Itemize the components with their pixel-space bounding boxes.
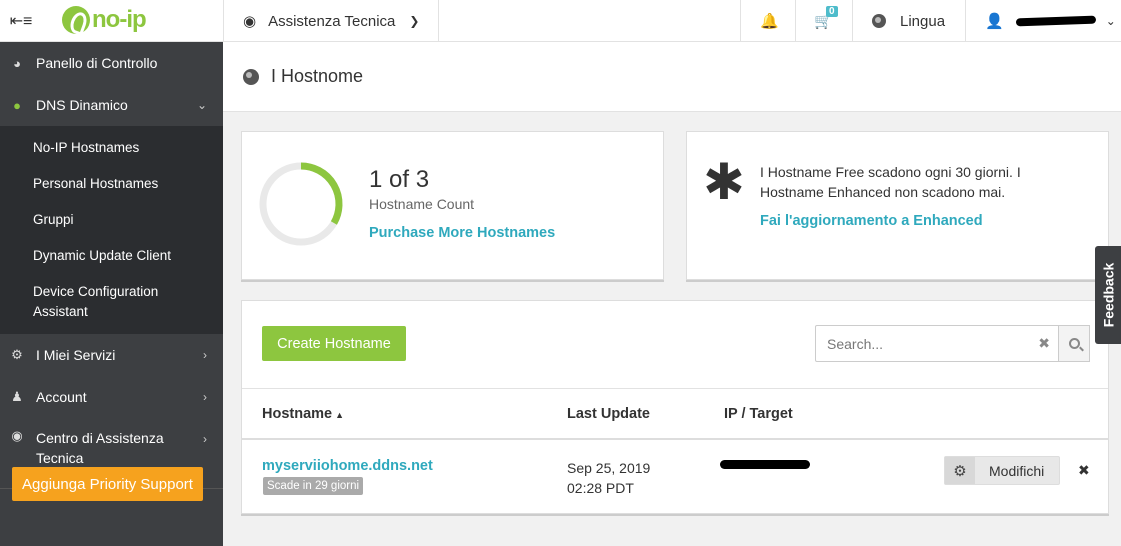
- support-label: Assistenza Tecnica: [268, 12, 396, 30]
- search-icon: [1068, 338, 1080, 349]
- user-icon: 👤: [985, 13, 1004, 30]
- chevron-right-icon: ›: [203, 348, 207, 362]
- priority-support-button[interactable]: Aggiunga Priority Support: [12, 467, 203, 501]
- sidebar-item-label: Account: [36, 389, 87, 405]
- donut-progress-arc: [300, 162, 343, 225]
- gear-icon: ⚙: [11, 347, 23, 362]
- search-input[interactable]: [816, 326, 1031, 361]
- sidebar-subitem-dynamic-update-client[interactable]: Dynamic Update Client: [0, 238, 223, 274]
- hostname-count-card: 1 of 3 Hostname Count Purchase More Host…: [241, 131, 664, 280]
- chevron-down-icon: ⌄: [196, 98, 207, 112]
- table-row: myserviiohome.ddns.net Scade in 29 giorn…: [242, 440, 1108, 514]
- hostname-link[interactable]: myserviiohome.ddns.net: [262, 458, 433, 474]
- logo[interactable]: no-ip: [62, 6, 147, 34]
- upgrade-enhanced-link[interactable]: Fai l'aggiornamento a Enhanced: [760, 213, 983, 229]
- delete-icon[interactable]: ✖: [1078, 462, 1090, 479]
- clear-search-icon[interactable]: ✖: [1038, 335, 1050, 352]
- globe-icon: ●: [13, 97, 21, 113]
- chevron-down-icon: ⌄: [1105, 14, 1116, 28]
- modify-label: Modifichi: [989, 462, 1045, 479]
- last-update-value: Sep 25, 2019 02:28 PDT: [567, 458, 650, 498]
- cart-button[interactable]: 🛒 0: [814, 6, 838, 30]
- user-icon: ♟: [11, 389, 23, 404]
- chevron-down-icon: ❯: [409, 14, 420, 28]
- globe-icon: [872, 14, 886, 28]
- table-header: Hostname ▲ Last Update IP / Target: [242, 388, 1108, 440]
- globe-icon: [243, 68, 259, 85]
- hostname-usage-donut: [259, 162, 343, 246]
- logo-text: no-ip: [92, 6, 147, 33]
- sidebar-subitem-groups[interactable]: Gruppi: [0, 202, 223, 238]
- sidebar-item-label: DNS Dinamico: [36, 97, 128, 113]
- lifebuoy-icon: ◉: [11, 428, 23, 443]
- info-card: ✱ I Hostname Free scadono ogni 30 giorni…: [686, 131, 1109, 280]
- cart-count-badge: 0: [826, 6, 838, 17]
- sidebar-subitem-noip-hostnames[interactable]: No-IP Hostnames: [0, 130, 223, 166]
- sidebar-item-label: I Miei Servizi: [36, 347, 116, 363]
- last-update-time: 02:28 PDT: [567, 480, 634, 496]
- divider: [852, 0, 853, 42]
- support-menu[interactable]: ◉ Assistenza Tecnica ❯: [243, 0, 419, 42]
- sidebar-submenu: No-IP Hostnames Personal Hostnames Grupp…: [0, 126, 223, 334]
- sidebar-item-dashboard[interactable]: ◕ Panello di Controllo: [0, 42, 223, 84]
- divider: [438, 0, 439, 42]
- redacted-username: [1015, 15, 1096, 27]
- divider: [965, 0, 966, 42]
- expiration-info-text: I Hostname Free scadono ogni 30 giorni. …: [760, 164, 1021, 200]
- language-label: Lingua: [900, 12, 946, 30]
- gear-icon: ⚙: [945, 457, 975, 484]
- lifebuoy-icon: ◉: [243, 13, 257, 30]
- hostname-count-label: Hostname Count: [369, 196, 475, 212]
- feedback-label: Feedback: [1100, 262, 1116, 328]
- sort-ascending-icon: ▲: [335, 410, 345, 420]
- sidebar-subitem-personal-hostnames[interactable]: Personal Hostnames: [0, 166, 223, 202]
- sidebar-item-label: Centro di Assistenza Tecnica: [36, 430, 164, 466]
- sidebar-item-dynamic-dns[interactable]: ● DNS Dinamico ⌄: [0, 84, 223, 126]
- hostnames-table-card: Create Hostname ✖ Hostname▲ Last Update …: [241, 300, 1109, 514]
- feedback-tab[interactable]: Feedback: [1095, 246, 1121, 344]
- divider: [223, 0, 224, 42]
- search-button[interactable]: [1059, 325, 1090, 362]
- logo-mark: [62, 6, 90, 34]
- user-menu[interactable]: 👤 ⌄: [985, 0, 1116, 42]
- chevron-right-icon: ›: [203, 432, 207, 446]
- dashboard-icon: ◕: [13, 55, 21, 71]
- sidebar-item-label: Panello di Controllo: [36, 55, 158, 71]
- divider: [795, 0, 796, 42]
- redacted-ip-target: [720, 460, 810, 469]
- asterisk-icon: ✱: [703, 154, 745, 210]
- last-update-date: Sep 25, 2019: [567, 460, 651, 476]
- column-header-hostname[interactable]: Hostname ▲: [262, 406, 344, 422]
- bell-icon[interactable]: 🔔: [760, 12, 779, 30]
- page-title: I Hostnome: [271, 66, 364, 86]
- column-header-ip-target[interactable]: IP / Target: [724, 406, 793, 422]
- sidebar-subitem-device-configuration-assistant[interactable]: Device Configuration Assistant: [0, 274, 223, 330]
- divider: [740, 0, 741, 42]
- hostname-count-value: 1 of 3: [369, 166, 430, 193]
- purchase-more-hostnames-link[interactable]: Purchase More Hostnames: [369, 225, 555, 241]
- search-box: ✖: [815, 325, 1059, 362]
- page-header: I Hostnome: [223, 42, 1121, 112]
- expiration-badge: Scade in 29 giorni: [263, 477, 364, 495]
- language-menu[interactable]: Lingua: [872, 0, 945, 42]
- column-header-last-update[interactable]: Last Update: [567, 406, 650, 422]
- create-hostname-button[interactable]: Create Hostname: [262, 326, 406, 361]
- sidebar-item-account[interactable]: ♟ Account ›: [0, 376, 223, 418]
- menu-toggle-icon[interactable]: ⇤≡: [0, 0, 42, 42]
- top-bar: ⇤≡ no-ip ◉ Assistenza Tecnica ❯ 🔔 🛒 0 Li…: [0, 0, 1121, 42]
- sidebar-item-my-services[interactable]: ⚙ I Miei Servizi ›: [0, 334, 223, 376]
- column-header-label: Hostname: [262, 406, 333, 422]
- chevron-right-icon: ›: [203, 390, 207, 404]
- modify-button[interactable]: ⚙ Modifichi: [944, 456, 1060, 485]
